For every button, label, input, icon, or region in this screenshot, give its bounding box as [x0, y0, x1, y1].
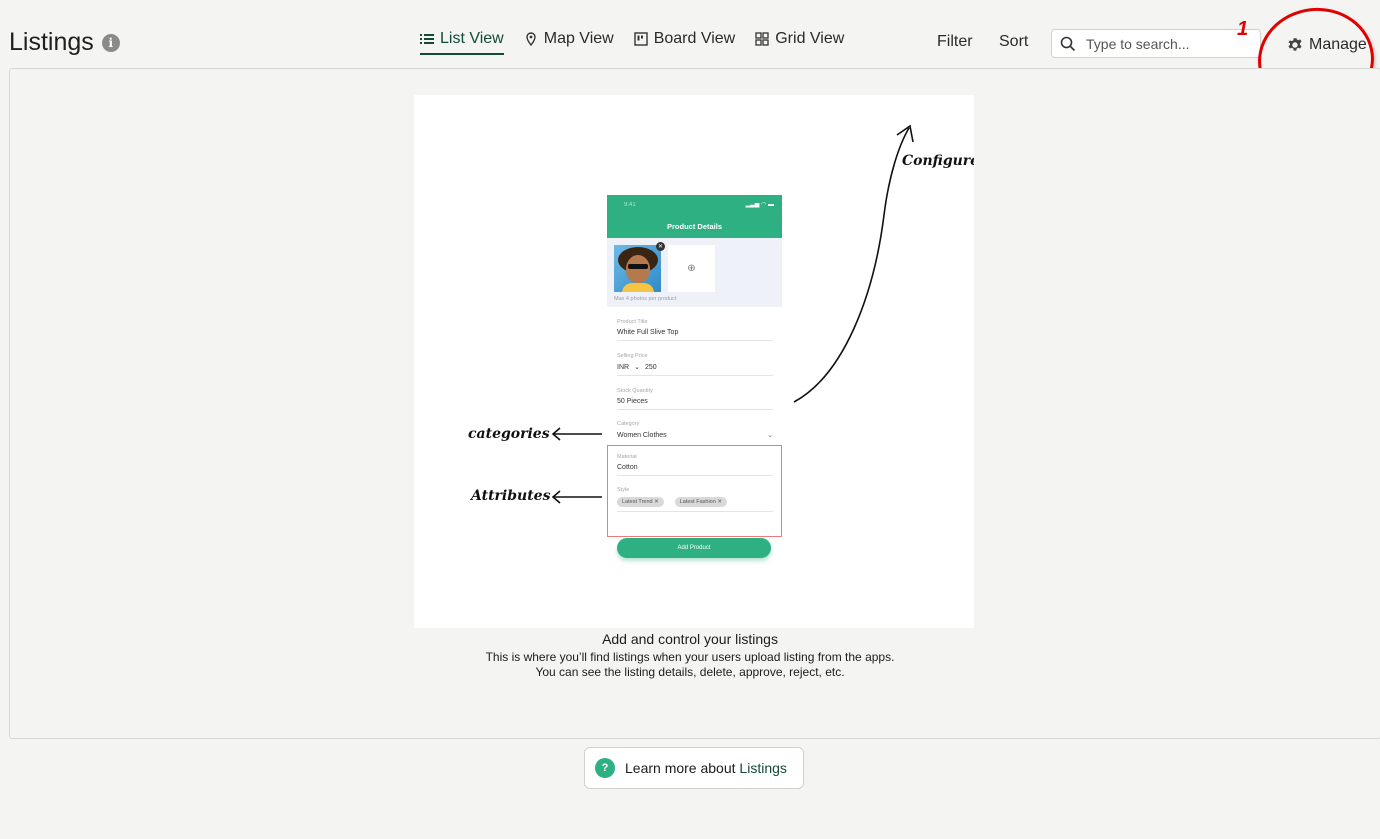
tab-label: List View	[440, 30, 504, 47]
style-field: Style Latest Trend ✕ Latest Fashion ✕	[617, 487, 773, 512]
tab-list-view[interactable]: List View	[420, 30, 504, 55]
phone-header: 9:41 ▂▃▅ ◠ ▬ Product Details	[607, 195, 782, 238]
page-title: Listings	[9, 28, 94, 56]
listings-link[interactable]: Listings	[739, 760, 786, 776]
categories-label: categories	[468, 426, 550, 442]
field-label: Stock Quantity	[617, 388, 653, 394]
field-label: Style	[617, 487, 630, 493]
field-label: Product Title	[617, 319, 648, 325]
manage-button[interactable]: Manage	[1286, 36, 1367, 54]
manage-label: Manage	[1309, 36, 1367, 53]
tab-grid-view[interactable]: Grid View	[755, 30, 844, 55]
configure-label: Configure	[902, 153, 974, 169]
empty-state-line: You can see the listing details, delete,…	[535, 665, 845, 679]
chevron-down-icon: ⌄	[767, 432, 773, 439]
learn-more-text: Learn more about Listings	[625, 760, 787, 776]
product-photo	[614, 245, 661, 292]
selling-price-field: Selling Price INR ⌄ 250	[617, 353, 773, 376]
empty-state-description: This is where you’ll find listings when …	[0, 650, 1380, 680]
tab-board-view[interactable]: Board View	[634, 30, 736, 55]
sort-button[interactable]: Sort	[999, 33, 1028, 51]
page-header: Listings i	[9, 28, 120, 57]
filter-button[interactable]: Filter	[937, 33, 973, 51]
add-photo-icon: ⊕	[668, 245, 715, 292]
empty-state-line: This is where you’ll find listings when …	[485, 650, 895, 664]
field-value: Women Clothes ⌄	[617, 431, 773, 440]
onboarding-illustration: Configure categories Attributes 9:41 ▂▃▅…	[414, 95, 974, 628]
chevron-down-icon: ⌄	[634, 364, 640, 371]
field-label: Selling Price	[617, 353, 648, 359]
search-input[interactable]	[1086, 35, 1226, 52]
field-value: 50 Pieces	[617, 398, 648, 405]
map-pin-icon	[526, 32, 536, 46]
annotation-number: 1	[1237, 18, 1249, 40]
photo-area: ✕ ⊕ Max 4 photos per product	[607, 238, 782, 307]
tab-label: Board View	[653, 30, 736, 47]
tab-label: Grid View	[775, 30, 845, 47]
product-title-field: Product Title White Full Slive Top	[617, 319, 773, 341]
info-icon[interactable]: i	[101, 33, 120, 52]
field-value: INR ⌄ 250	[617, 363, 657, 372]
photo-caption: Max 4 photos per product	[614, 296, 677, 302]
empty-state-title: Add and control your listings	[602, 631, 778, 647]
add-product-button: Add Product	[617, 538, 771, 558]
field-value: White Full Slive Top	[617, 329, 679, 336]
grid-icon	[755, 32, 769, 46]
signal-icon: ▂▃▅ ◠ ▬	[745, 202, 774, 208]
board-icon	[634, 32, 648, 46]
field-value: Cotton	[617, 464, 638, 471]
style-chip: Latest Trend ✕	[617, 497, 664, 507]
list-icon	[420, 34, 434, 44]
phone-status-time: 9:41	[624, 202, 636, 208]
phone-title: Product Details	[666, 222, 722, 231]
material-field: Material Cotton	[617, 454, 773, 476]
tab-label: Map View	[543, 30, 614, 47]
field-label: Material	[617, 454, 637, 460]
category-field: Category Women Clothes ⌄	[617, 421, 773, 443]
field-value: Latest Trend ✕ Latest Fashion ✕	[617, 497, 773, 507]
phone-mockup: 9:41 ▂▃▅ ◠ ▬ Product Details ✕ ⊕ Max 4 p…	[607, 195, 782, 567]
tab-map-view[interactable]: Map View	[524, 30, 614, 55]
help-icon: ?	[595, 758, 615, 778]
view-tabs: List View Map View Board View Grid View	[420, 30, 844, 55]
attributes-label: Attributes	[471, 488, 551, 504]
style-chip: Latest Fashion ✕	[674, 497, 727, 507]
learn-more-button[interactable]: ? Learn more about Listings	[584, 747, 804, 789]
search-icon	[1060, 36, 1076, 51]
gear-icon	[1288, 37, 1302, 51]
field-label: Category	[617, 421, 640, 427]
search-box	[1051, 29, 1261, 58]
close-icon: ✕	[656, 242, 665, 251]
stock-quantity-field: Stock Quantity 50 Pieces	[617, 388, 773, 410]
